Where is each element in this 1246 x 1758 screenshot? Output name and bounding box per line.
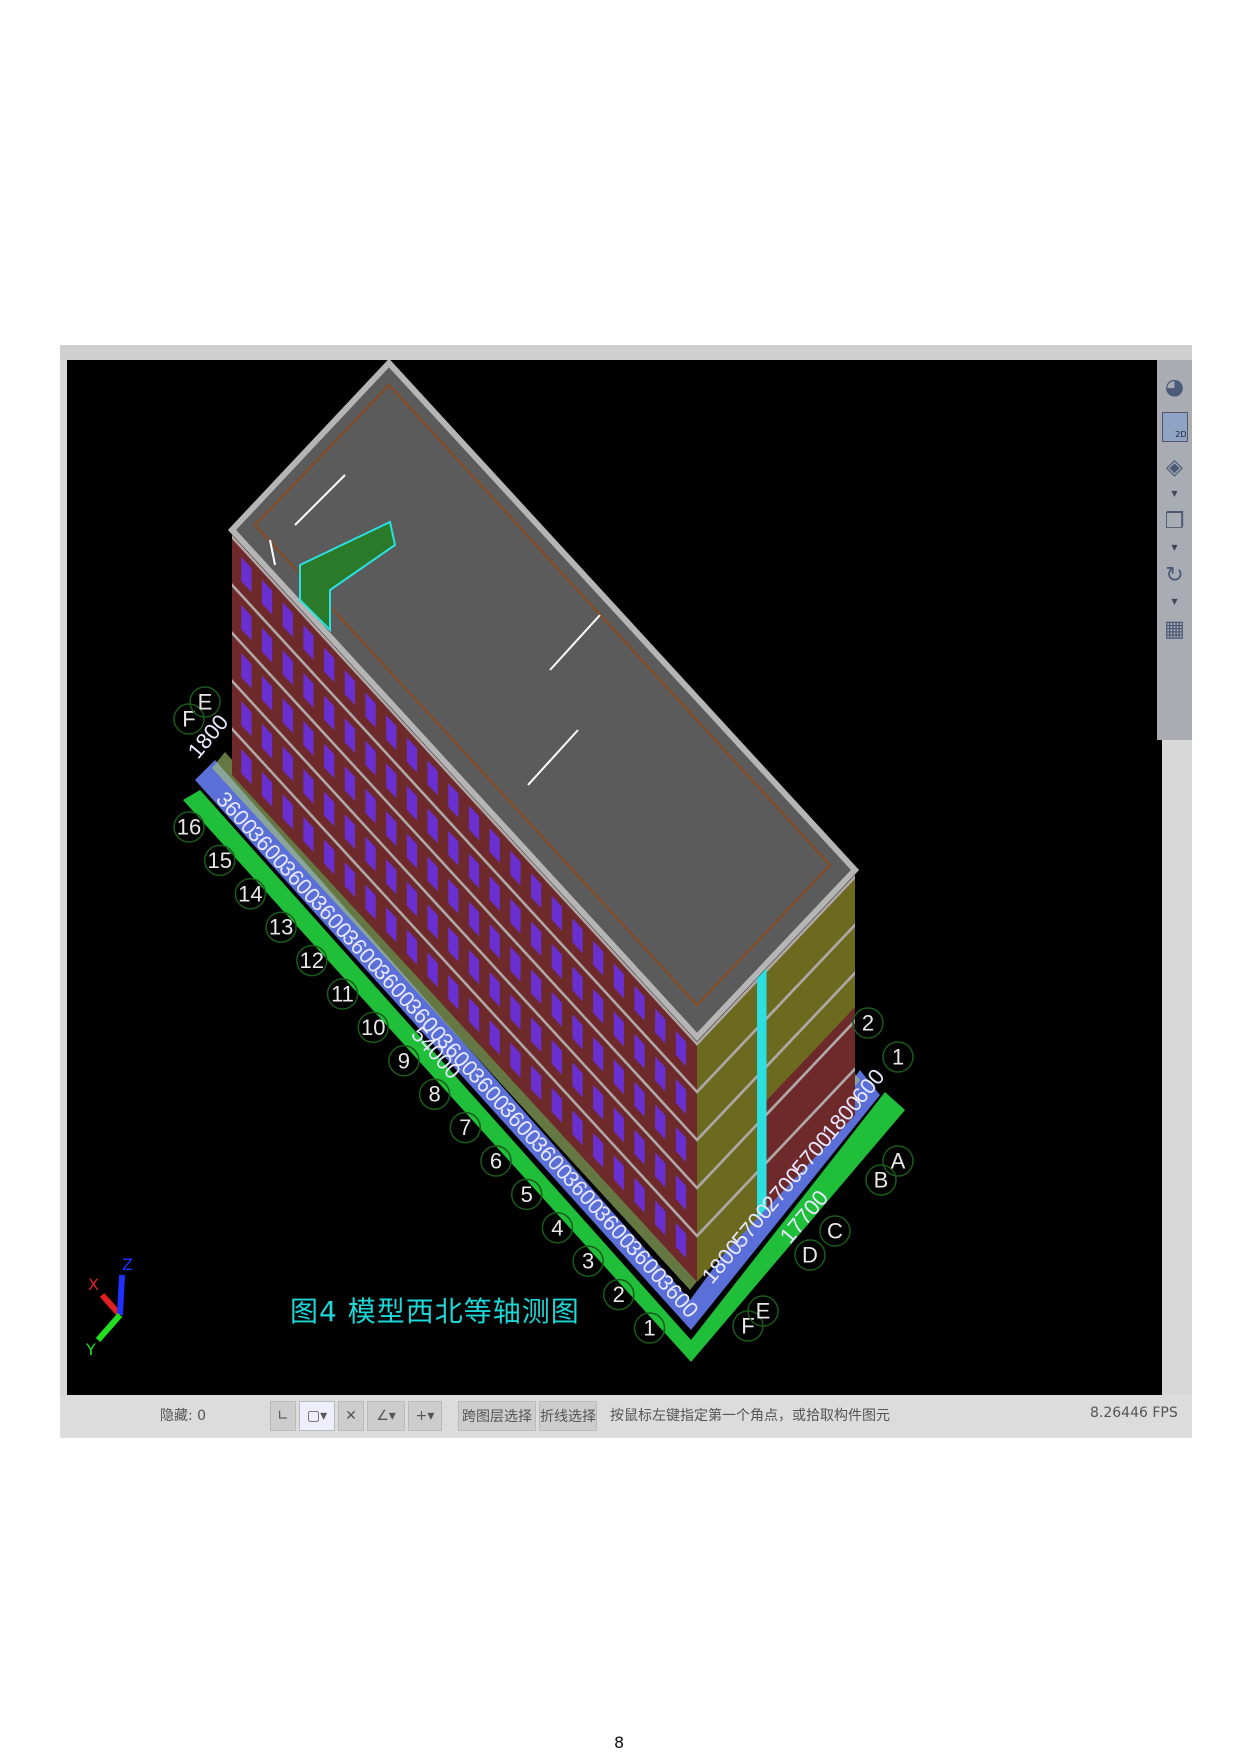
figure-caption: 图4 模型西北等轴测图 — [290, 1295, 580, 1328]
box-select-icon[interactable]: ▢▾ — [299, 1401, 335, 1431]
grid-axis-16: 16 — [173, 811, 205, 843]
page-number: 8 — [614, 1733, 625, 1752]
grid-axis-10: 10 — [357, 1011, 389, 1044]
axis-label: 6 — [490, 1149, 502, 1174]
command-prompt: 按鼠标左键指定第一个角点，或拾取构件图元 — [610, 1408, 890, 1424]
axis-label: 7 — [459, 1115, 471, 1140]
grid-axis-number: 2 — [852, 1007, 884, 1039]
software-screenshot: 16 15 14 13 12 11 10 9 8 7 6 5 4 3 2 1 F E F E D C B A 2 1 1800 360… — [60, 345, 1192, 1438]
z-label: Z — [122, 1255, 133, 1274]
axis-label: 2 — [613, 1282, 625, 1307]
axis-label: 2 — [862, 1011, 874, 1036]
grid-axis-8: 8 — [418, 1078, 451, 1110]
grid-axis-letter: C — [819, 1215, 851, 1247]
snap-icon[interactable]: +▾ — [408, 1401, 442, 1431]
box-view-icon[interactable]: ❒ — [1161, 504, 1189, 538]
axis-label: 12 — [300, 948, 324, 973]
grid-axis-9: 9 — [388, 1045, 420, 1077]
axis-label: C — [827, 1219, 843, 1244]
z-axis — [117, 1274, 125, 1316]
x-label: X — [88, 1275, 99, 1294]
axis-label: F — [741, 1314, 754, 1339]
y-label: Y — [85, 1340, 96, 1359]
grid-axis-number: 1 — [882, 1041, 914, 1073]
axis-label: 14 — [238, 881, 262, 906]
polyline-select-button[interactable]: 折线选择 — [539, 1401, 597, 1431]
y-axis — [95, 1313, 123, 1342]
ortho-icon[interactable]: ∟ — [270, 1401, 296, 1431]
cross-layer-select-button[interactable]: 跨图层选择 — [458, 1401, 536, 1431]
hidden-count: 隐藏: 0 — [160, 1408, 207, 1424]
axis-label: 9 — [398, 1048, 410, 1073]
axis-label: E — [756, 1299, 771, 1324]
grid-axis-7: 7 — [449, 1111, 482, 1144]
axis-label: 8 — [428, 1082, 440, 1107]
grid-axis-5: 5 — [510, 1178, 543, 1211]
grid-axis-letter: D — [794, 1239, 826, 1271]
rotate-icon[interactable]: ↻ — [1161, 558, 1189, 592]
navigation-cube-icon[interactable]: ◈ — [1161, 450, 1189, 484]
axis-label: F — [182, 707, 195, 732]
axis-label: A — [891, 1149, 906, 1174]
dropdown-arrow-icon[interactable]: ▼ — [1171, 544, 1177, 552]
axis-label: 11 — [331, 982, 354, 1007]
dropdown-arrow-icon[interactable]: ▼ — [1171, 490, 1177, 498]
grid-axis-6: 6 — [480, 1145, 512, 1177]
stair-column — [757, 968, 767, 1219]
orbit-icon[interactable]: ◕ — [1161, 370, 1189, 404]
axis-label: 3 — [582, 1249, 594, 1274]
axis-label: 5 — [521, 1182, 533, 1207]
grid-axis-3: 3 — [572, 1245, 604, 1277]
axis-label: 16 — [177, 815, 201, 840]
building-model: 16151413121110987654321FEFEDCBA211800360… — [85, 360, 914, 1362]
axis-label: 1 — [643, 1316, 655, 1341]
view-toolbar: ◕ 2D ◈ ▼ ❒ ▼ ↻ ▼ ▦ — [1157, 360, 1192, 740]
grid-axis-13: 13 — [265, 911, 297, 943]
axis-label: 15 — [207, 848, 231, 873]
dropdown-arrow-icon[interactable]: ▼ — [1171, 598, 1177, 606]
grid-axis-11: 11 — [326, 978, 359, 1010]
cross-select-icon[interactable]: ✕ — [338, 1401, 364, 1431]
window-top-strip — [60, 345, 1192, 360]
status-bar: 隐藏: 0 ∟ ▢▾ ✕ ∠▾ +▾ 跨图层选择 折线选择 按鼠标左键指定第一个… — [60, 1395, 1192, 1438]
grid-axis-letter: A — [882, 1145, 914, 1177]
grid-axis-2: 2 — [603, 1278, 635, 1311]
axis-label: 13 — [269, 915, 293, 940]
angle-icon[interactable]: ∠▾ — [367, 1401, 405, 1431]
2d-view-icon[interactable]: 2D — [1161, 410, 1189, 444]
grid-axis-14: 14 — [234, 878, 267, 910]
layout-icon[interactable]: ▦ — [1161, 612, 1189, 646]
fps-readout: 8.26446 FPS — [1090, 1405, 1178, 1421]
grid-axis-15: 15 — [203, 844, 236, 877]
axis-label: D — [802, 1243, 818, 1268]
axis-label: 4 — [551, 1215, 563, 1240]
axis-triad: X Z Y — [85, 1255, 133, 1359]
3d-viewport[interactable]: 16 15 14 13 12 11 10 9 8 7 6 5 4 3 2 1 F E F E D C B A 2 1 1800 360… — [67, 360, 1162, 1395]
axis-label: E — [198, 690, 213, 715]
grid-axis-12: 12 — [296, 944, 328, 977]
grid-axis-1: 1 — [633, 1312, 666, 1344]
axis-label: 10 — [361, 1015, 385, 1040]
axis-label: 1 — [892, 1045, 904, 1070]
grid-axis-4: 4 — [541, 1212, 574, 1244]
